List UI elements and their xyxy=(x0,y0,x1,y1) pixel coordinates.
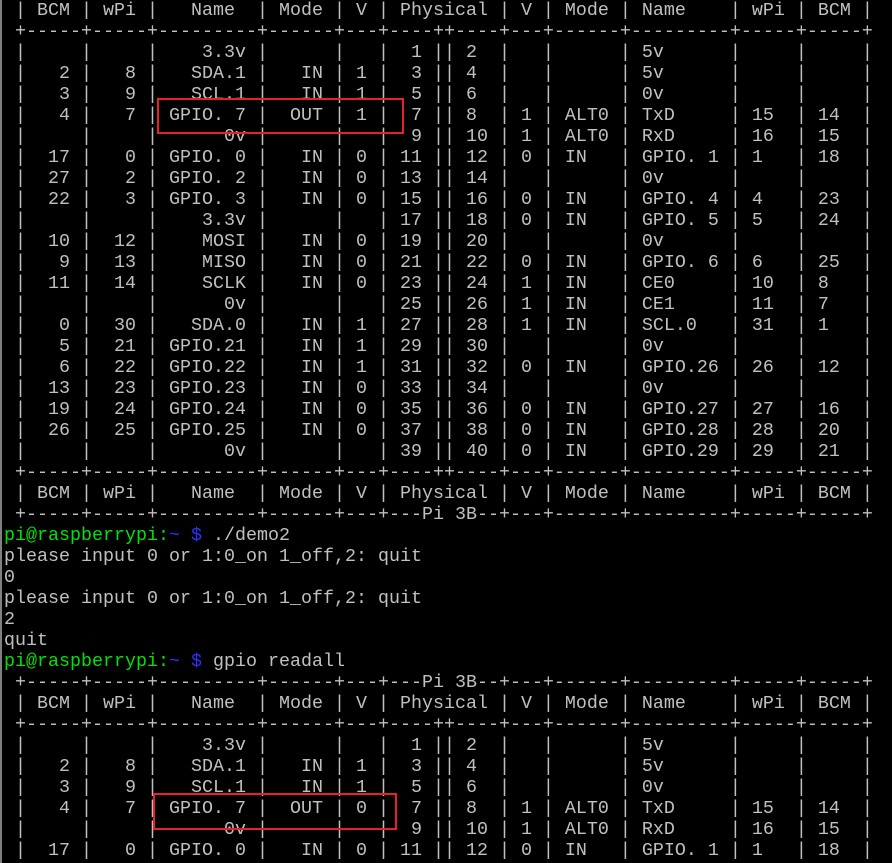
table-row: | 19 | 24 | GPIO.24 | IN | 0 | 35 || 36 … xyxy=(4,399,873,420)
prompt-symbol: $ xyxy=(179,525,202,546)
output-line: 2 xyxy=(4,609,15,630)
output-line: 0 xyxy=(4,567,15,588)
terminal-window[interactable]: | BCM | wPi | Name | Mode | V | Physical… xyxy=(0,0,892,863)
table-row: | 0 | 30 | SDA.0 | IN | 1 | 27 || 28 | 1… xyxy=(4,315,873,336)
table-row: | 11 | 14 | SCLK | IN | 0 | 23 || 24 | 1… xyxy=(4,273,873,294)
table-row: | 4 | 7 | GPIO. 7 | OUT | 1 | 7 || 8 | 1… xyxy=(4,105,873,126)
table-row: | 5 | 21 | GPIO.21 | IN | 1 | 29 || 30 |… xyxy=(4,336,873,357)
table-border: +-----+-----+---------+------+---+----++… xyxy=(4,714,873,735)
command-text: ./demo2 xyxy=(201,525,290,546)
table-border: +-----+-----+---------+------+---+---Pi … xyxy=(4,504,873,525)
table-row: | 3 | 9 | SCL.1 | IN | 1 | 5 || 6 | | | … xyxy=(4,84,873,105)
table-row: | 13 | 23 | GPIO.23 | IN | 0 | 33 || 34 … xyxy=(4,378,873,399)
table-border: +-----+-----+---------+------+---+---Pi … xyxy=(4,672,873,693)
table-row: | | | 3.3v | | | 17 || 18 | 0 | IN | GPI… xyxy=(4,210,873,231)
table-row: | 2 | 8 | SDA.1 | IN | 1 | 3 || 4 | | | … xyxy=(4,63,873,84)
table-row: | 3 | 9 | SCL.1 | IN | 1 | 5 || 6 | | | … xyxy=(4,777,873,798)
table-row: | 26 | 25 | GPIO.25 | IN | 0 | 37 || 38 … xyxy=(4,420,873,441)
table-border: +-----+-----+---------+------+---+----++… xyxy=(4,21,873,42)
window-left-border xyxy=(0,0,2,863)
terminal-output: | BCM | wPi | Name | Mode | V | Physical… xyxy=(4,0,873,861)
table-border: +-----+-----+---------+------+---+----++… xyxy=(4,462,873,483)
shell-prompt-line: pi@raspberrypi:~ $ ./demo2 xyxy=(4,525,873,546)
table-row: | 2 | 8 | SDA.1 | IN | 1 | 3 || 4 | | | … xyxy=(4,756,873,777)
highlight-box-gpio7-before xyxy=(157,98,404,134)
table-row: | 17 | 0 | GPIO. 0 | IN | 0 | 11 || 12 |… xyxy=(4,147,873,168)
table-row: | | | 0v | | | 25 || 26 | 1 | IN | CE1 |… xyxy=(4,294,873,315)
table-row: | 9 | 13 | MISO | IN | 0 | 21 || 22 | 0 … xyxy=(4,252,873,273)
prompt-path: ~ xyxy=(168,525,180,546)
table-row: | BCM | wPi | Name | Mode | V | Physical… xyxy=(4,693,873,714)
table-row: | 17 | 0 | GPIO. 0 | IN | 0 | 11 || 12 |… xyxy=(4,840,873,861)
prompt-user: pi@raspberrypi: xyxy=(4,525,169,546)
table-row: | 4 | 7 | GPIO. 7 | OUT | 0 | 7 || 8 | 1… xyxy=(4,798,873,819)
table-row: | | | 0v | | | 9 || 10 | 1 | ALT0 | RxD … xyxy=(4,126,873,147)
table-row: | 27 | 2 | GPIO. 2 | IN | 0 | 13 || 14 |… xyxy=(4,168,873,189)
table-row: | BCM | wPi | Name | Mode | V | Physical… xyxy=(4,0,873,21)
shell-prompt-line: pi@raspberrypi:~ $ gpio readall xyxy=(4,651,873,672)
table-row: | | | 0v | | | 9 || 10 | 1 | ALT0 | RxD … xyxy=(4,819,873,840)
command-text: gpio readall xyxy=(201,651,345,672)
output-line: please input 0 or 1:0_on 1_off,2: quit xyxy=(4,588,422,609)
table-row: | | | 3.3v | | | 1 || 2 | | | 5v | | | xyxy=(4,735,873,756)
output-line: please input 0 or 1:0_on 1_off,2: quit xyxy=(4,546,422,567)
highlight-box-gpio7-after xyxy=(153,793,397,830)
prompt-symbol: $ xyxy=(179,651,202,672)
output-line: quit xyxy=(4,630,48,651)
prompt-path: ~ xyxy=(168,651,180,672)
table-row: | 22 | 3 | GPIO. 3 | IN | 0 | 15 || 16 |… xyxy=(4,189,873,210)
table-row: | 10 | 12 | MOSI | IN | 0 | 19 || 20 | |… xyxy=(4,231,873,252)
prompt-user: pi@raspberrypi: xyxy=(4,651,169,672)
table-row: | BCM | wPi | Name | Mode | V | Physical… xyxy=(4,483,873,504)
table-row: | | | 0v | | | 39 || 40 | 0 | IN | GPIO.… xyxy=(4,441,873,462)
table-row: | | | 3.3v | | | 1 || 2 | | | 5v | | | xyxy=(4,42,873,63)
table-row: | 6 | 22 | GPIO.22 | IN | 1 | 31 || 32 |… xyxy=(4,357,873,378)
